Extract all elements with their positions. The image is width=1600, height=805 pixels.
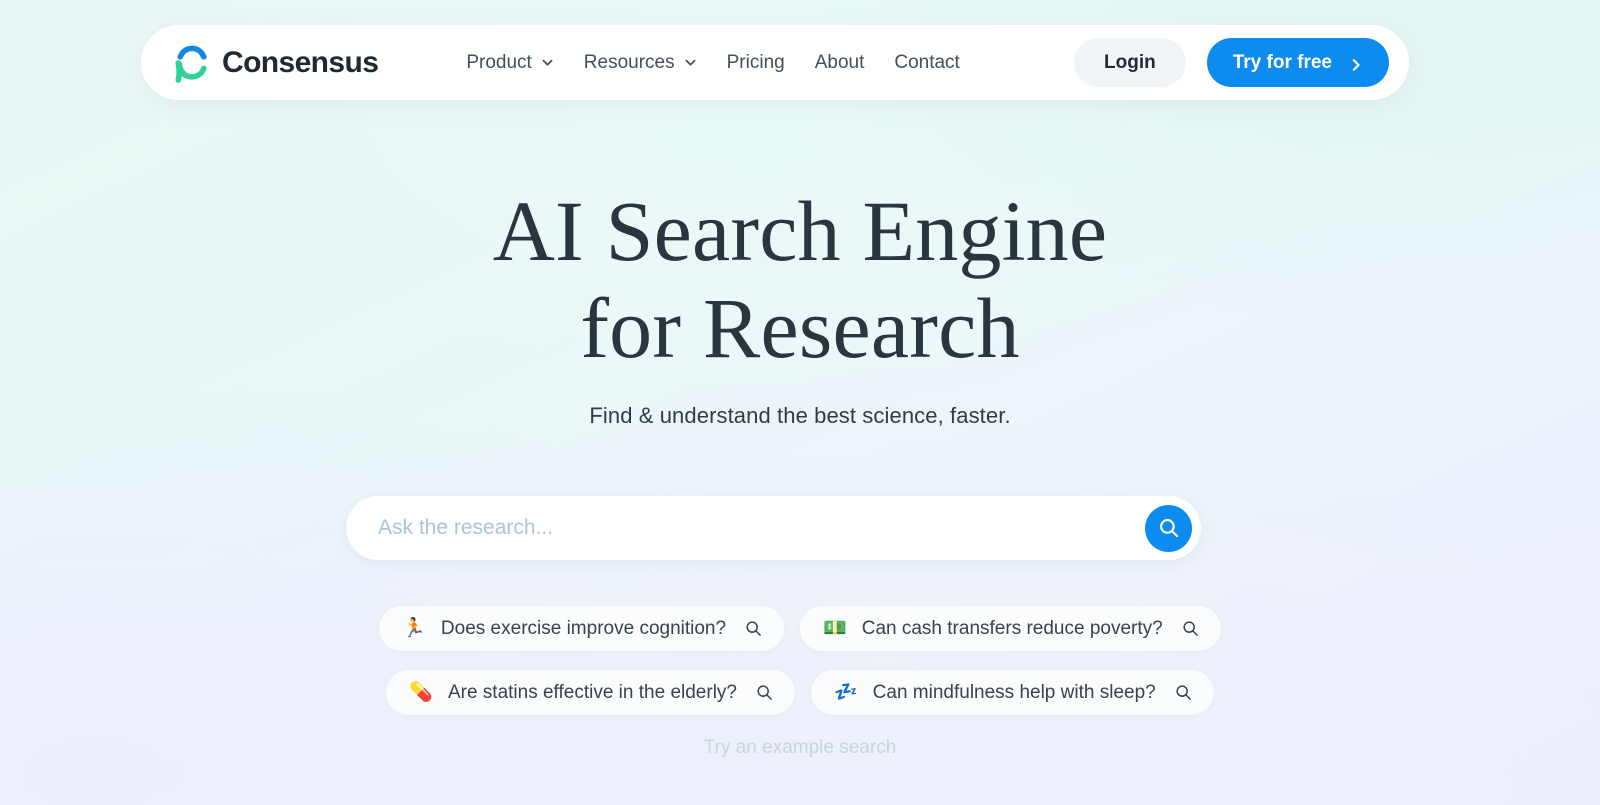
- nav-item-label: Pricing: [726, 51, 785, 73]
- main-navigation: Product Resources Pricing About Contact: [466, 52, 960, 74]
- search-submit-button[interactable]: [1145, 504, 1192, 552]
- chevron-down-icon: [541, 56, 554, 69]
- nav-item-label: About: [814, 51, 865, 73]
- search-icon: [1158, 517, 1180, 539]
- brand-name: Consensus: [222, 45, 379, 79]
- example-chip-statins-elderly[interactable]: 💊 Are statins effective in the elderly?: [386, 670, 795, 715]
- page-title: AI Search Engine for Research: [0, 183, 1600, 377]
- nav-item-product[interactable]: Product: [466, 52, 553, 74]
- nav-item-label: Resources: [583, 51, 675, 73]
- brand-logo-link[interactable]: Consensus: [173, 42, 379, 84]
- navbar-actions: Login Try for free: [1074, 38, 1389, 87]
- try-for-free-button[interactable]: Try for free: [1206, 38, 1389, 87]
- example-chip-mindfulness-sleep[interactable]: 💤 Can mindfulness help with sleep?: [810, 670, 1214, 715]
- chevron-down-icon: [684, 56, 697, 69]
- sleep-zzz-emoji: 💤: [833, 682, 858, 703]
- example-chip-label: Does exercise improve cognition?: [440, 617, 727, 639]
- chevron-right-icon: [1349, 56, 1363, 71]
- search-section: [346, 496, 1201, 560]
- pill-emoji: 💊: [409, 682, 433, 703]
- nav-item-label: Product: [466, 51, 532, 73]
- search-icon: [745, 620, 762, 637]
- nav-item-contact[interactable]: Contact: [894, 52, 959, 74]
- nav-item-resources[interactable]: Resources: [584, 52, 697, 74]
- example-chip-row: 🏃 Does exercise improve cognition? 💵 Can…: [379, 606, 1221, 651]
- site-header: Consensus Product Resources Pricing Abou…: [141, 25, 1409, 100]
- search-bar[interactable]: [346, 496, 1201, 560]
- nav-item-label: Contact: [894, 51, 960, 73]
- navbar: Consensus Product Resources Pricing Abou…: [141, 25, 1409, 100]
- consensus-c-logo-icon: [173, 42, 211, 84]
- example-chip-row: 💊 Are statins effective in the elderly? …: [386, 670, 1214, 715]
- example-chip-label: Are statins effective in the elderly?: [447, 681, 737, 703]
- hero-title-line-1: AI Search Engine: [492, 183, 1108, 279]
- example-chips: 🏃 Does exercise improve cognition? 💵 Can…: [0, 606, 1600, 715]
- hero-subtitle: Find & understand the best science, fast…: [589, 403, 1011, 429]
- try-example-search-note: Try an example search: [703, 737, 897, 758]
- example-chip-label: Can cash transfers reduce poverty?: [861, 617, 1163, 639]
- try-for-free-label: Try for free: [1232, 51, 1332, 73]
- hero-section: AI Search Engine for Research Find & und…: [0, 183, 1600, 429]
- search-input[interactable]: [378, 496, 1145, 560]
- nav-item-about[interactable]: About: [815, 52, 865, 74]
- hero-title-line-2: for Research: [580, 280, 1020, 377]
- search-icon: [1175, 684, 1192, 701]
- search-icon: [756, 684, 773, 701]
- example-chip-exercise-cognition[interactable]: 🏃 Does exercise improve cognition?: [379, 606, 785, 651]
- search-icon: [1182, 620, 1199, 637]
- banknote-emoji: 💵: [823, 618, 847, 639]
- runner-emoji: 🏃: [402, 618, 426, 639]
- example-chip-cash-transfers-poverty[interactable]: 💵 Can cash transfers reduce poverty?: [800, 606, 1221, 651]
- nav-item-pricing[interactable]: Pricing: [727, 52, 785, 74]
- example-chip-label: Can mindfulness help with sleep?: [872, 681, 1156, 703]
- login-button[interactable]: Login: [1074, 38, 1186, 87]
